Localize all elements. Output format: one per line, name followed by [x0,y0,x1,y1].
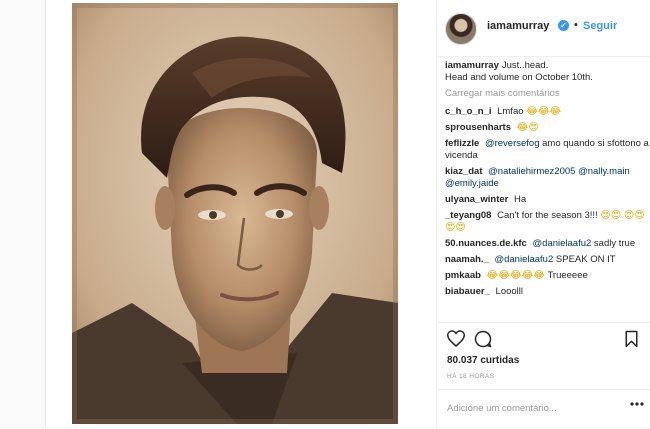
comment-emojis: 😂😂😂 [526,106,562,117]
comment-mention[interactable]: @danielaafu2 [533,238,592,249]
comment-text: Ha [514,194,527,205]
caption-line-1: iamamurray Just..head. [445,60,650,72]
comment-username[interactable]: naamah._ [445,254,489,265]
comment-username[interactable]: kiaz_dat [445,166,483,177]
verified-badge-icon: ✓ [558,20,569,31]
caption-username[interactable]: iamamurray [445,60,499,71]
comment-icon[interactable] [474,330,492,348]
comment-mention[interactable]: @nally.main [578,166,630,177]
comment-text: Can't for the season 3!!! [497,210,598,221]
follow-button[interactable]: Seguir [583,20,617,32]
comment-username[interactable]: ulyana_winter [445,194,508,205]
comment-item: _teyang08 Can't for the season 3!!! 😍😍 😍… [445,210,650,234]
post-timestamp[interactable]: HÁ 18 HORAS [447,373,494,380]
comment-username[interactable]: 50.nuances.de.kfc [445,238,527,249]
more-options-icon[interactable] [630,402,644,406]
comment-text: Looolll [495,286,523,297]
comments-list[interactable]: iamamurray Just..head. Head and volume on… [437,60,650,322]
comment-mention[interactable]: @nataliehirmez2005 [488,166,575,177]
comment-text: SPEAK ON IT [555,254,616,265]
comment-username[interactable]: feflizzle [445,138,479,149]
add-comment-bar [437,389,650,429]
add-comment-input[interactable] [445,398,619,418]
comment-emojis: 😂😂😂😂😂 [486,270,545,281]
post-side-panel: iamamurray ✓ • Seguir iamamurray Just..he… [436,0,650,427]
likes-count[interactable]: 80.037 curtidas [447,355,519,366]
post-photo-area [46,0,436,427]
comment-mention[interactable]: @emily.jaide [445,178,499,189]
comment-username[interactable]: pmkaab [445,270,481,281]
caption-text-2: Head and volume on October 10th. [445,72,593,83]
comment-username[interactable]: sprousenharts [445,122,511,133]
post-card: iamamurray ✓ • Seguir iamamurray Just..he… [45,0,650,427]
comment-item: feflizzle @reversefog amo quando si sfot… [445,138,650,162]
separator-dot: • [574,19,578,31]
comment-item: naamah._ @danielaafu2 SPEAK ON IT [445,254,650,266]
comment-item: kiaz_dat @nataliehirmez2005 @nally.main … [445,166,650,190]
comment-item: 50.nuances.de.kfc @danielaafu2 sadly tru… [445,238,650,250]
load-more-comments-button[interactable]: Carregar mais comentários [445,88,650,100]
post-header: iamamurray ✓ • Seguir [437,0,650,57]
post-actions: 80.037 curtidas HÁ 18 HORAS [437,322,650,428]
comment-emojis: 😍😍 [600,210,622,221]
comment-text: Trueeeee [547,270,588,281]
comment-item: sprousenharts 😂😍 [445,122,650,134]
caption-text-1: Just..head. [501,60,549,71]
author-avatar[interactable] [445,13,477,45]
heart-icon[interactable] [447,330,465,347]
comment-text: Lmfao [497,106,524,117]
bookmark-icon[interactable] [624,330,639,348]
author-username[interactable]: iamamurray [487,20,549,32]
comment-text: sadly true [593,238,636,249]
comment-emojis: 😂😍 [516,122,539,133]
comment-item: ulyana_winter Ha [445,194,650,206]
comment-mention[interactable]: @danielaafu2 [494,254,553,265]
comment-item: c_h_o_n_i Lmfao 😂😂😂 [445,106,650,118]
post-image[interactable] [72,3,398,424]
comment-item: biabauer_ Looolll [445,286,650,298]
comment-username[interactable]: c_h_o_n_i [445,106,491,117]
comment-item: pmkaab 😂😂😂😂😂 Trueeeee [445,270,650,282]
comment-username[interactable]: _teyang08 [445,210,491,221]
comment-mention[interactable]: @reversefog [485,138,540,149]
comment-username[interactable]: biabauer_ [445,286,490,297]
post-caption: iamamurray Just..head. Head and volume on… [445,60,650,84]
